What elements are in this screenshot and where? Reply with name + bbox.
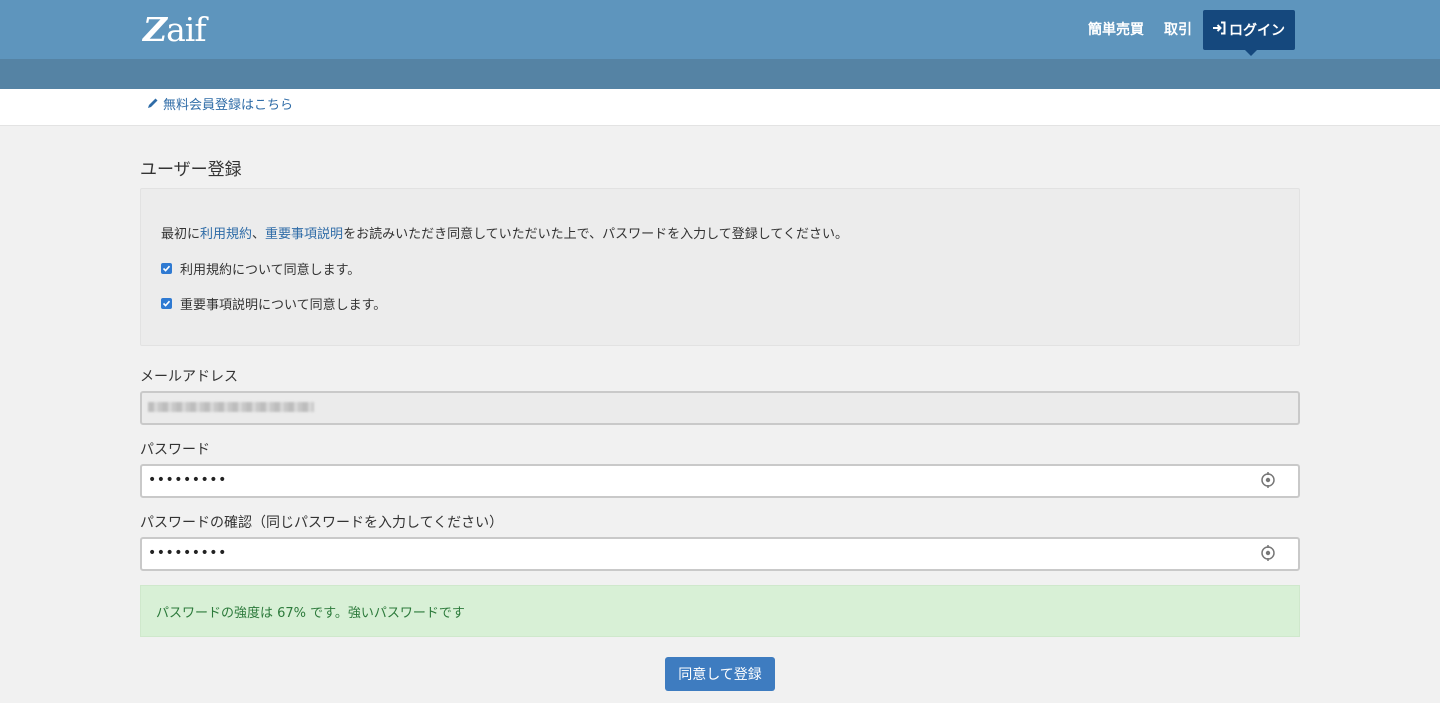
agree-and-register-button[interactable]: 同意して登録	[665, 657, 775, 691]
email-field[interactable]	[140, 391, 1300, 425]
login-button[interactable]: ログイン	[1203, 9, 1295, 56]
nav-simple-trade[interactable]: 簡単売買	[1088, 20, 1144, 40]
logo-text: aif	[166, 10, 206, 49]
login-label: ログイン	[1229, 22, 1285, 39]
agree-explanation-checkbox[interactable]	[161, 298, 172, 309]
info-bar: 無料会員登録はこちら	[0, 89, 1440, 126]
consent-panel: 最初に利用規約、重要事項説明をお読みいただき同意していただいた上で、パスワードを…	[140, 188, 1300, 346]
password-strength-alert: パスワードの強度は 67% です。強いパスワードです	[140, 585, 1300, 637]
confirm-password-value: •••••••••	[148, 545, 227, 561]
free-registration-link[interactable]: 無料会員登録はこちら	[147, 97, 293, 114]
confirm-password-field[interactable]: •••••••••	[140, 537, 1300, 571]
checkbox-check-icon	[162, 300, 171, 307]
email-value-redacted	[148, 402, 314, 412]
eye-icon[interactable]	[1260, 544, 1276, 566]
agree-explanation-label: 重要事項説明について同意します。	[180, 298, 387, 313]
consent-intro: 最初に利用規約、重要事項説明をお読みいただき同意していただいた上で、パスワードを…	[161, 223, 848, 242]
intro-suffix: をお読みいただき同意していただいた上で、パスワードを入力して登録してください。	[343, 227, 848, 242]
important-explanation-link[interactable]: 重要事項説明	[265, 227, 343, 242]
page-title: ユーザー登録	[140, 160, 242, 180]
agree-terms-row[interactable]: 利用規約について同意します。	[161, 259, 360, 278]
confirm-password-label: パスワードの確認（同じパスワードを入力してください）	[140, 515, 504, 531]
top-navbar: Zaif 簡単売買 取引 ログイン	[0, 0, 1440, 59]
login-icon	[1212, 21, 1226, 39]
terms-link[interactable]: 利用規約	[200, 227, 252, 242]
free-registration-label: 無料会員登録はこちら	[163, 97, 294, 113]
pencil-icon	[147, 97, 159, 114]
eye-icon[interactable]	[1260, 471, 1276, 493]
main-nav: 簡単売買 取引 ログイン	[1068, 0, 1295, 59]
zaif-logo[interactable]: Zaif	[143, 10, 207, 50]
email-label: メールアドレス	[140, 369, 238, 385]
sub-navbar	[0, 59, 1440, 89]
password-field[interactable]: •••••••••	[140, 464, 1300, 498]
password-label: パスワード	[140, 442, 210, 458]
agree-terms-label: 利用規約について同意します。	[180, 263, 361, 278]
checkbox-check-icon	[162, 265, 171, 272]
intro-prefix: 最初に	[161, 227, 201, 242]
password-strength-message: パスワードの強度は 67% です。強いパスワードです	[156, 606, 465, 621]
password-value: •••••••••	[148, 472, 227, 488]
nav-trade[interactable]: 取引	[1164, 20, 1192, 40]
agree-explanation-row[interactable]: 重要事項説明について同意します。	[161, 294, 386, 313]
intro-separator: 、	[252, 227, 266, 242]
agree-terms-checkbox[interactable]	[161, 263, 172, 274]
